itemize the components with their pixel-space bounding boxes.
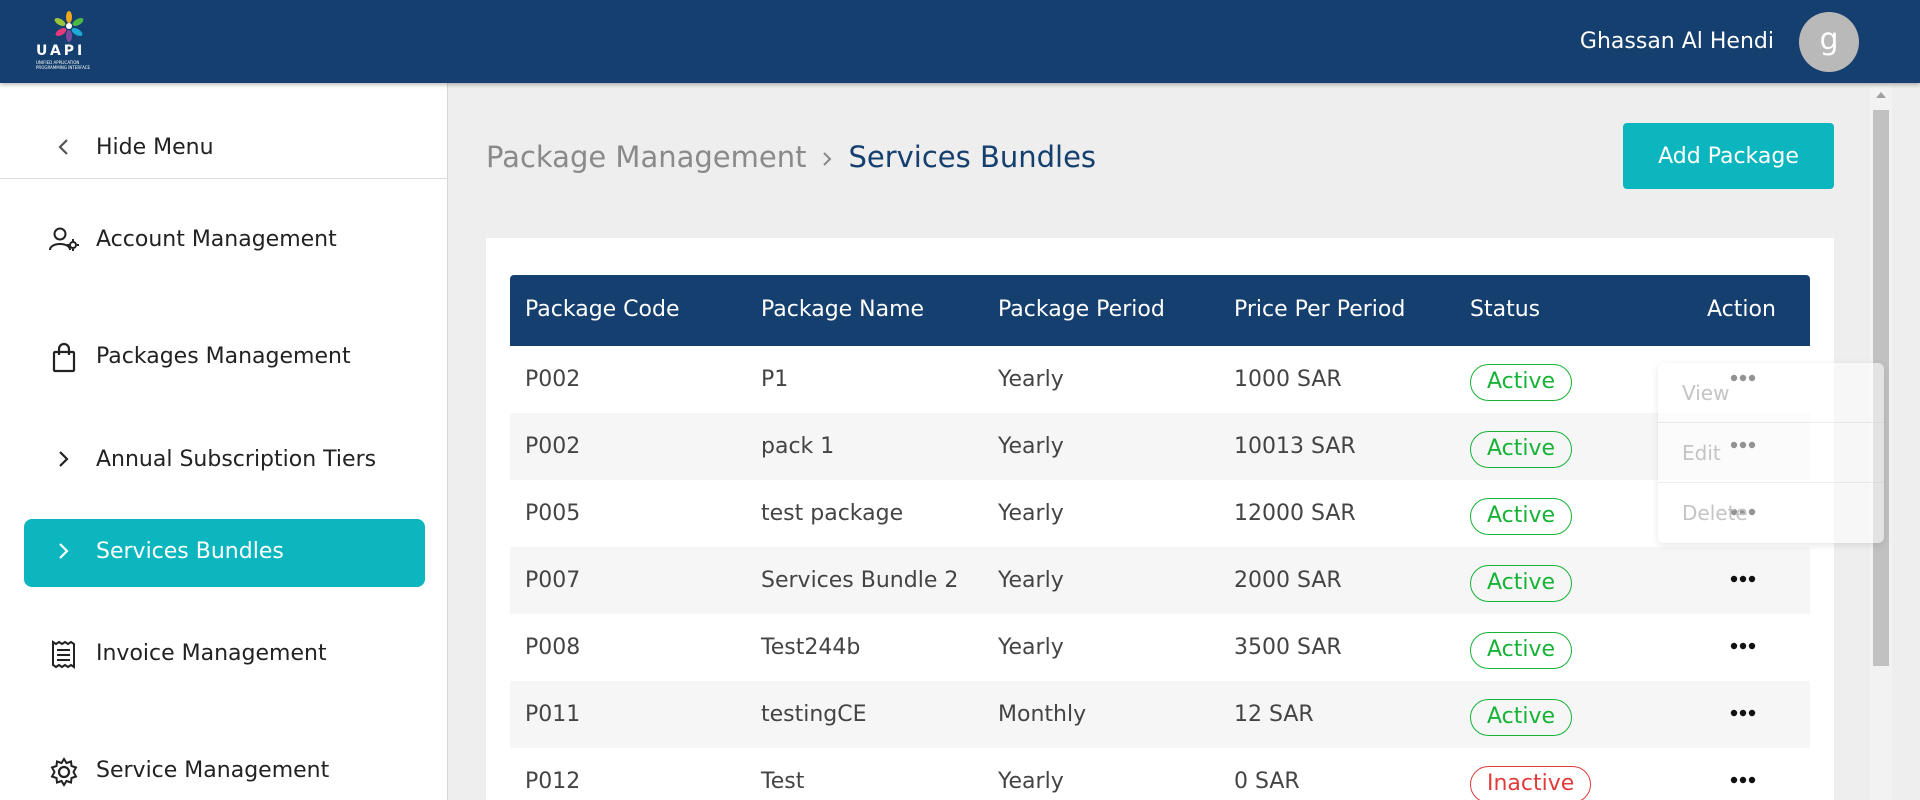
more-options-icon[interactable] — [1728, 770, 1758, 790]
column-header-package-name[interactable]: Package Name — [761, 297, 924, 322]
price-cell: 2000 SAR — [1234, 568, 1342, 593]
app-logo[interactable]: UAPI UNIFIED APPLICATION PROGRAMMING INT… — [34, 10, 106, 72]
table-body: P002 P1 Yearly 1000 SAR Active P002 pack 1 Year… — [510, 346, 1810, 800]
receipt-icon — [52, 640, 75, 669]
table-row: P007 Services Bundle 2 Yearly 2000 SAR Activ… — [510, 547, 1810, 614]
logo-tagline: UNIFIED APPLICATION PROGRAMMING INTERFAC… — [36, 60, 91, 70]
column-header-package-period[interactable]: Package Period — [998, 297, 1165, 322]
status-badge: Inactive — [1470, 766, 1592, 800]
sidebar-item-label: Invoice Management — [96, 641, 327, 666]
status-badge: Active — [1470, 699, 1573, 736]
table-row: P008 Test244b Yearly 3500 SAR Active — [510, 614, 1810, 681]
sidebar-item-annual-subscription-tiers[interactable]: Annual Subscription Tiers — [24, 427, 425, 495]
package-period-cell: Yearly — [998, 635, 1064, 660]
column-header-action: Action — [1707, 297, 1776, 322]
price-cell: 1000 SAR — [1234, 367, 1342, 392]
hide-menu-button[interactable]: Hide Menu — [0, 83, 448, 179]
package-name-cell: testingCE — [761, 702, 867, 727]
status-badge: Active — [1470, 498, 1573, 535]
action-menu-label: View — [1682, 381, 1730, 405]
price-cell: 10013 SAR — [1234, 434, 1356, 459]
table-row: P005 test package Yearly 12000 SAR Active — [510, 480, 1810, 547]
logo-flower-icon — [54, 11, 84, 42]
package-period-cell: Yearly — [998, 501, 1064, 526]
status-badge: Active — [1470, 364, 1573, 401]
package-period-cell: Monthly — [998, 702, 1087, 727]
sidebar-item-account-management[interactable]: Account Management — [24, 207, 425, 275]
chevron-right-icon — [823, 152, 832, 166]
column-header-package-code[interactable]: Package Code — [525, 297, 680, 322]
action-menu-label: Edit — [1682, 441, 1721, 465]
price-cell: 12000 SAR — [1234, 501, 1356, 526]
more-options-icon[interactable] — [1728, 569, 1758, 589]
price-cell: 12 SAR — [1234, 702, 1314, 727]
shopping-bag-icon — [52, 342, 76, 373]
status-badge: Active — [1470, 632, 1573, 669]
more-options-icon[interactable] — [1728, 636, 1758, 656]
package-code-cell: P002 — [525, 434, 581, 459]
user-gear-icon — [49, 227, 79, 251]
package-code-cell: P011 — [525, 702, 581, 727]
table-row: P002 P1 Yearly 1000 SAR Active — [510, 346, 1810, 413]
more-options-icon[interactable] — [1728, 703, 1758, 723]
package-period-cell: Yearly — [998, 769, 1064, 794]
chevron-left-icon — [58, 139, 68, 155]
gear-icon — [50, 757, 78, 787]
package-period-cell: Yearly — [998, 434, 1064, 459]
status-badge: Active — [1470, 565, 1573, 602]
package-period-cell: Yearly — [998, 367, 1064, 392]
package-period-cell: Yearly — [998, 568, 1064, 593]
price-cell: 3500 SAR — [1234, 635, 1342, 660]
package-code-cell: P007 — [525, 568, 581, 593]
packages-table: Package Code Package Name Package Period… — [510, 275, 1810, 800]
chevron-right-icon — [59, 451, 69, 467]
scroll-up-arrow-icon[interactable] — [1876, 92, 1886, 98]
package-name-cell: test package — [761, 501, 904, 526]
sidebar-item-label: Service Management — [96, 758, 330, 783]
add-package-button[interactable]: Add Package — [1623, 123, 1834, 189]
status-badge: Active — [1470, 431, 1573, 468]
table-row: P012 Test Yearly 0 SAR Inactive — [510, 748, 1810, 800]
breadcrumb-parent-link[interactable]: Package Management — [486, 140, 806, 174]
package-name-cell: Services Bundle 2 — [761, 568, 959, 593]
package-name-cell: Test — [761, 769, 805, 794]
package-name-cell: P1 — [761, 367, 789, 392]
table-row: P011 testingCE Monthly 12 SAR Active — [510, 681, 1810, 748]
action-menu-edit[interactable]: Edit — [1658, 423, 1884, 483]
action-menu-label: Delete — [1682, 501, 1748, 525]
column-header-price-per-period[interactable]: Price Per Period — [1234, 297, 1405, 322]
sidebar-item-packages-management[interactable]: Packages Management — [24, 324, 425, 392]
row-action-menu: View Edit Delete — [1658, 363, 1884, 543]
sidebar-item-service-management[interactable]: Service Management — [24, 738, 425, 800]
top-header: UAPI UNIFIED APPLICATION PROGRAMMING INT… — [0, 0, 1920, 83]
breadcrumb: Package Management Services Bundles — [486, 140, 1096, 174]
action-menu-delete[interactable]: Delete — [1658, 483, 1884, 543]
package-code-cell: P005 — [525, 501, 581, 526]
sidebar: Hide Menu Account Management Packages Ma… — [0, 83, 448, 800]
table-header: Package Code Package Name Package Period… — [510, 275, 1810, 346]
sidebar-item-label: Services Bundles — [96, 539, 284, 564]
package-name-cell: Test244b — [761, 635, 861, 660]
package-code-cell: P008 — [525, 635, 581, 660]
sidebar-item-services-bundles[interactable]: Services Bundles — [24, 519, 425, 587]
package-code-cell: P002 — [525, 367, 581, 392]
action-menu-view[interactable]: View — [1658, 363, 1884, 423]
logo-wordmark: UAPI — [36, 43, 86, 59]
avatar[interactable]: g — [1799, 12, 1859, 72]
sidebar-item-invoice-management[interactable]: Invoice Management — [24, 621, 425, 689]
chevron-right-icon — [59, 543, 69, 559]
column-header-status[interactable]: Status — [1470, 297, 1540, 322]
package-code-cell: P012 — [525, 769, 581, 794]
table-row: P002 pack 1 Yearly 10013 SAR Active — [510, 413, 1810, 480]
package-name-cell: pack 1 — [761, 434, 835, 459]
hide-menu-label: Hide Menu — [96, 135, 214, 160]
user-name[interactable]: Ghassan Al Hendi — [1580, 29, 1774, 54]
sidebar-item-label: Annual Subscription Tiers — [96, 447, 377, 472]
page-title: Services Bundles — [848, 140, 1097, 174]
price-cell: 0 SAR — [1234, 769, 1300, 794]
packages-table-card: Package Code Package Name Package Period… — [486, 238, 1834, 800]
sidebar-item-label: Account Management — [96, 227, 337, 252]
sidebar-item-label: Packages Management — [96, 344, 351, 369]
